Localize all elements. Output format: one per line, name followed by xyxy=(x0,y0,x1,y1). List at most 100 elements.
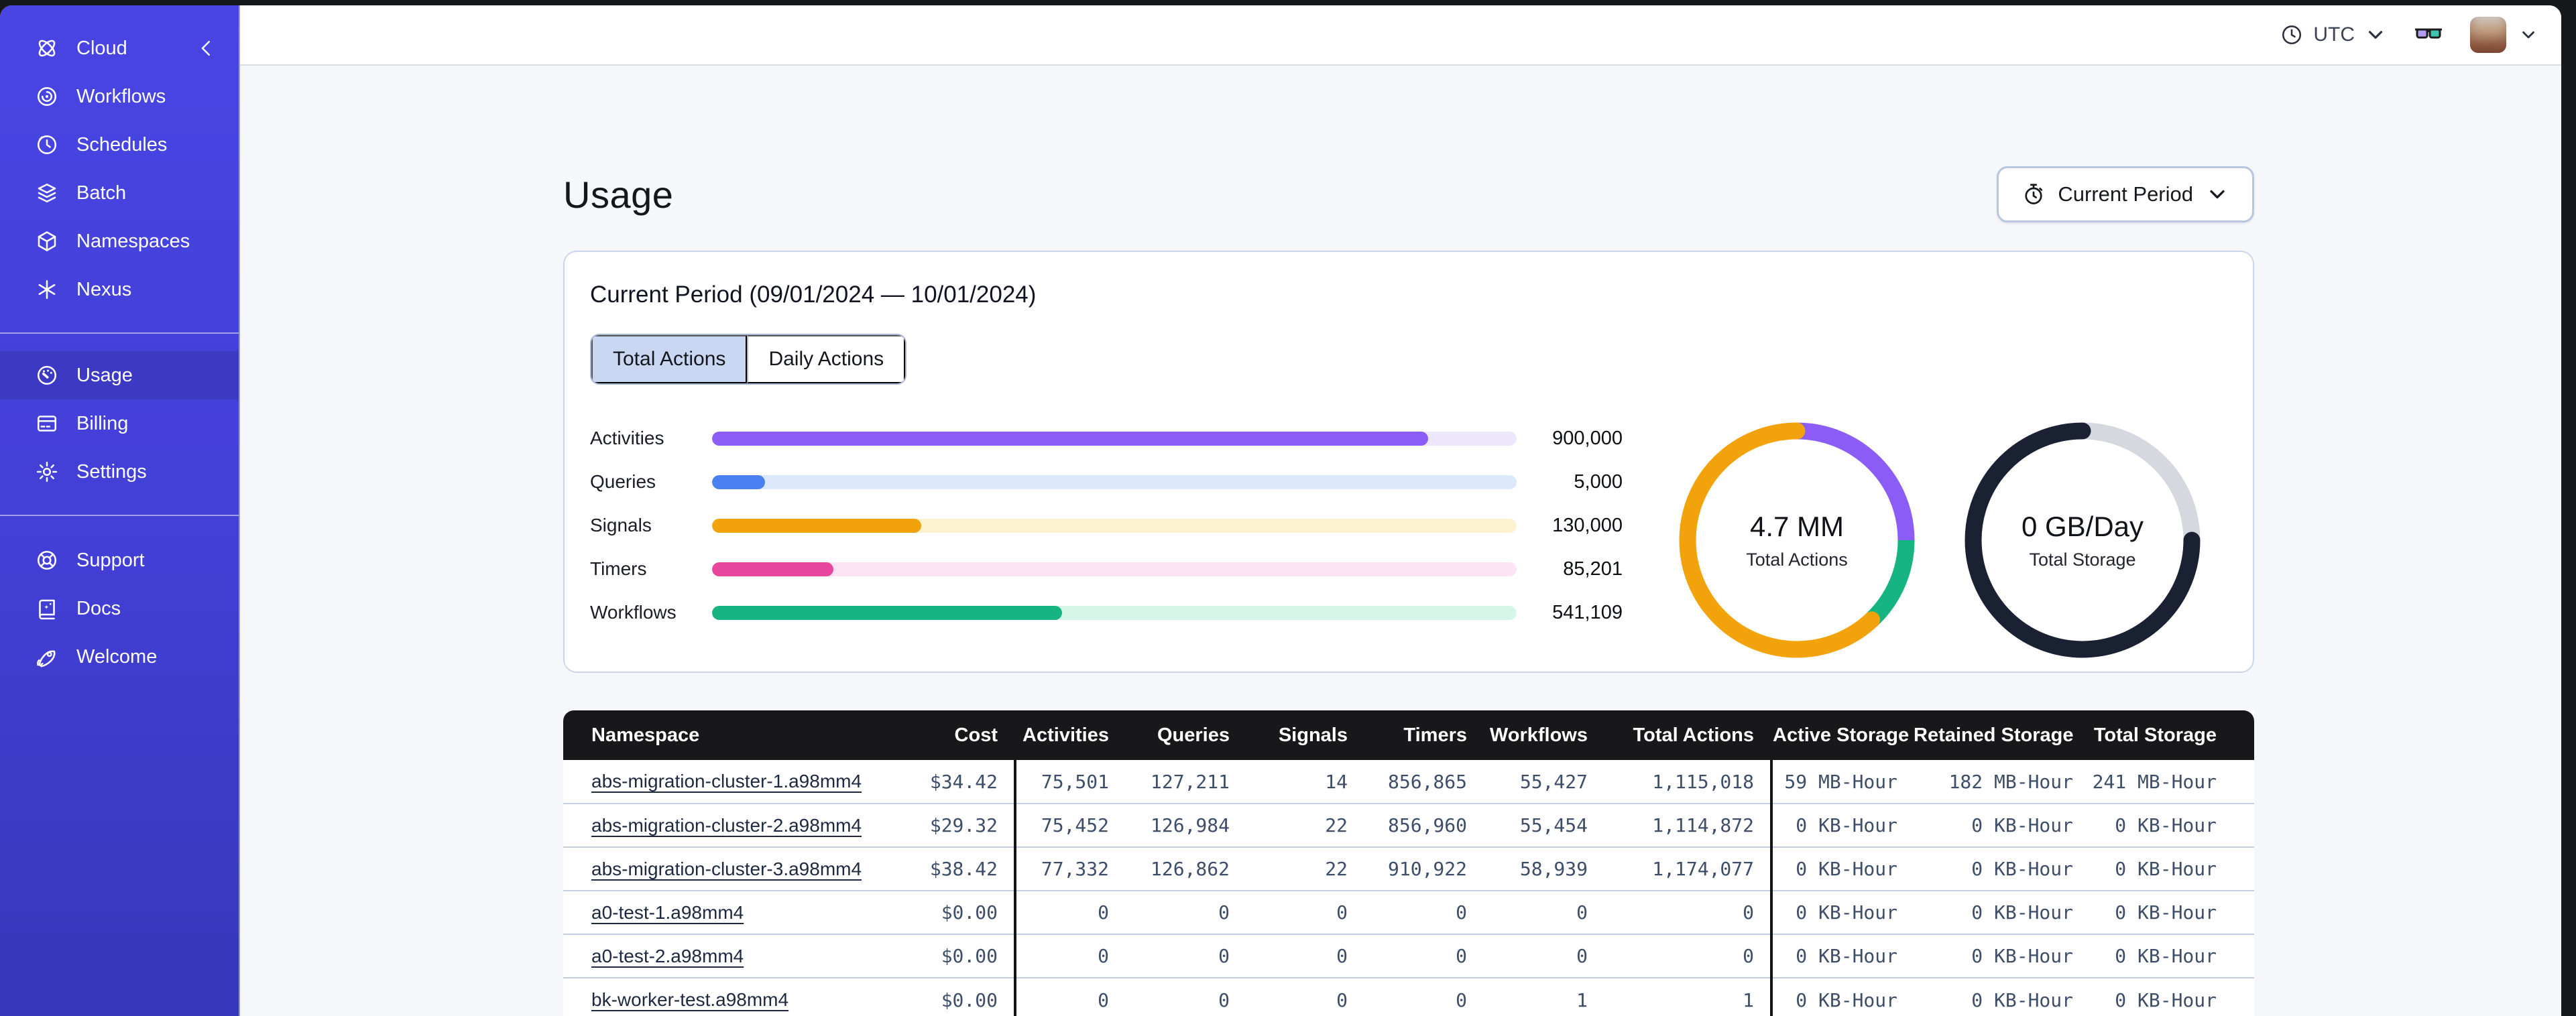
bar-value: 85,201 xyxy=(1563,558,1623,580)
table-cell: 58,939 xyxy=(1483,846,1604,891)
table-cell: 126,862 xyxy=(1125,846,1246,891)
sidebar-item-batch[interactable]: Batch xyxy=(0,169,239,217)
total-actions-donut: 4.7 MM Total Actions xyxy=(1676,420,1918,661)
glasses-icon[interactable] xyxy=(2412,21,2445,48)
table-cell: 0 KB-Hour xyxy=(2089,934,2254,978)
sidebar-item-docs[interactable]: Docs xyxy=(0,584,239,633)
workflows-icon xyxy=(35,84,59,109)
bar-label: Signals xyxy=(590,515,652,535)
table-cell: 0 xyxy=(1246,934,1364,978)
namespace-link[interactable]: a0-test-2.a98mm4 xyxy=(591,946,744,966)
table-cell: 856,960 xyxy=(1364,803,1483,847)
table-cell: $29.32 xyxy=(852,803,1015,847)
table-cell: 1,114,872 xyxy=(1604,803,1771,847)
support-icon xyxy=(35,548,59,572)
sidebar-item-nexus[interactable]: Nexus xyxy=(0,265,239,314)
sidebar-item-billing[interactable]: Billing xyxy=(0,399,239,448)
table-cell: 0 xyxy=(1604,934,1771,978)
nexus-icon xyxy=(35,277,59,302)
table-cell: 127,211 xyxy=(1125,760,1246,804)
table-cell: 0 KB-Hour xyxy=(2089,977,2254,1016)
usage-donut-charts: 4.7 MM Total Actions 0 GB/Day Total Stor… xyxy=(1676,420,2203,661)
chevron-down-icon xyxy=(2522,31,2534,39)
donut-value: 4.7 MM xyxy=(1749,510,1845,542)
sidebar-item-schedules[interactable]: Schedules xyxy=(0,121,239,169)
bar-fill xyxy=(712,518,921,533)
table-cell: 0 KB-Hour xyxy=(1770,846,1914,891)
table-cell: 1 xyxy=(1483,977,1604,1016)
sidebar: Cloud Workflows Schedules Batch Namespac… xyxy=(0,5,240,1016)
sidebar-item-label: Batch xyxy=(76,182,127,204)
table-cell: $0.00 xyxy=(852,977,1015,1016)
namespace-link[interactable]: abs-migration-cluster-2.a98mm4 xyxy=(591,815,862,836)
clock-icon xyxy=(2280,23,2304,47)
tab-daily-actions[interactable]: Daily Actions xyxy=(747,335,906,383)
sidebar-item-usage[interactable]: Usage xyxy=(0,351,239,399)
bar-value: 5,000 xyxy=(1574,470,1623,493)
timezone-selector[interactable]: UTC xyxy=(2280,23,2387,47)
column-header-active-storage: Active Storage xyxy=(1770,710,1914,760)
app-window: UTC Cloud Workflows Schedules Batch Name xyxy=(0,5,2561,1016)
temporal-logo-icon xyxy=(35,36,59,60)
table-cell: 0 KB-Hour xyxy=(1914,977,2089,1016)
column-header-queries: Queries xyxy=(1125,710,1246,760)
table-row: a0-test-2.a98mm4 $0.00 0 0 0 0 0 0 0 KB-Hour 0 KB… xyxy=(563,934,2254,978)
table-cell: 182 MB-Hour xyxy=(1914,760,2089,804)
namespace-link[interactable]: bk-worker-test.a98mm4 xyxy=(591,989,788,1010)
table-cell: 0 xyxy=(1246,977,1364,1016)
bar-fill xyxy=(712,474,766,489)
sidebar-brand-cloud[interactable]: Cloud xyxy=(0,24,239,72)
column-header-cost: Cost xyxy=(852,710,1015,760)
table-cell: 0 xyxy=(1014,890,1125,934)
user-menu[interactable] xyxy=(2470,17,2538,53)
namespace-link[interactable]: a0-test-1.a98mm4 xyxy=(591,902,744,923)
bar-track xyxy=(712,562,1517,576)
chevron-left-icon[interactable] xyxy=(194,36,219,60)
sidebar-item-welcome[interactable]: Welcome xyxy=(0,633,239,681)
sidebar-item-support[interactable]: Support xyxy=(0,536,239,584)
sidebar-item-namespaces[interactable]: Namespaces xyxy=(0,217,239,265)
table-cell: 0 KB-Hour xyxy=(1914,803,2089,847)
namespace-link[interactable]: abs-migration-cluster-3.a98mm4 xyxy=(591,859,862,879)
sidebar-item-label: Schedules xyxy=(76,133,168,155)
column-header-namespace: Namespace xyxy=(563,710,852,760)
donut-value: 0 GB/Day xyxy=(2021,510,2144,542)
bar-value: 541,109 xyxy=(1552,601,1623,623)
bar-fill xyxy=(712,605,1062,620)
sidebar-item-label: Nexus xyxy=(76,278,132,300)
sidebar-item-workflows[interactable]: Workflows xyxy=(0,72,239,121)
column-header-signals: Signals xyxy=(1246,710,1364,760)
welcome-icon xyxy=(35,645,59,669)
table-cell: 0 xyxy=(1125,890,1246,934)
avatar[interactable] xyxy=(2470,17,2506,53)
table-cell: 1,174,077 xyxy=(1604,846,1771,891)
table-cell: 22 xyxy=(1246,846,1364,891)
bar-track xyxy=(712,518,1517,533)
bar-value: 130,000 xyxy=(1552,514,1623,536)
sidebar-item-settings[interactable]: Settings xyxy=(0,448,239,496)
table-row: abs-migration-cluster-1.a98mm4 $34.42 75,5… xyxy=(563,760,2254,804)
table-cell: 0 xyxy=(1125,977,1246,1016)
namespace-link[interactable]: abs-migration-cluster-1.a98mm4 xyxy=(591,771,862,791)
bar-value: 900,000 xyxy=(1552,427,1623,449)
bar-row-workflows: Workflows 541,109 xyxy=(590,602,1623,623)
table-cell: 0 xyxy=(1483,934,1604,978)
namespace-usage-table: Namespace Cost Activities Queries Signals Tim… xyxy=(563,710,2254,1016)
total-storage-donut: 0 GB/Day Total Storage xyxy=(1962,420,2203,661)
table-cell: 0 xyxy=(1014,977,1125,1016)
brand-label: Cloud xyxy=(76,37,127,59)
stopwatch-icon xyxy=(2025,184,2043,204)
tab-total-actions[interactable]: Total Actions xyxy=(591,335,748,383)
period-selector-button[interactable]: Current Period xyxy=(1997,166,2254,223)
top-bar: UTC xyxy=(240,5,2561,66)
table-cell: 0 xyxy=(1364,934,1483,978)
table-cell: 856,865 xyxy=(1364,760,1483,804)
table-cell: 59 MB-Hour xyxy=(1770,760,1914,804)
bar-track xyxy=(712,431,1517,446)
donut-label: Total Storage xyxy=(2029,549,2136,570)
sidebar-item-label: Workflows xyxy=(76,85,166,107)
settings-icon xyxy=(35,460,59,484)
bar-track xyxy=(712,605,1517,620)
donut-center: 4.7 MM Total Actions xyxy=(1676,420,1918,661)
